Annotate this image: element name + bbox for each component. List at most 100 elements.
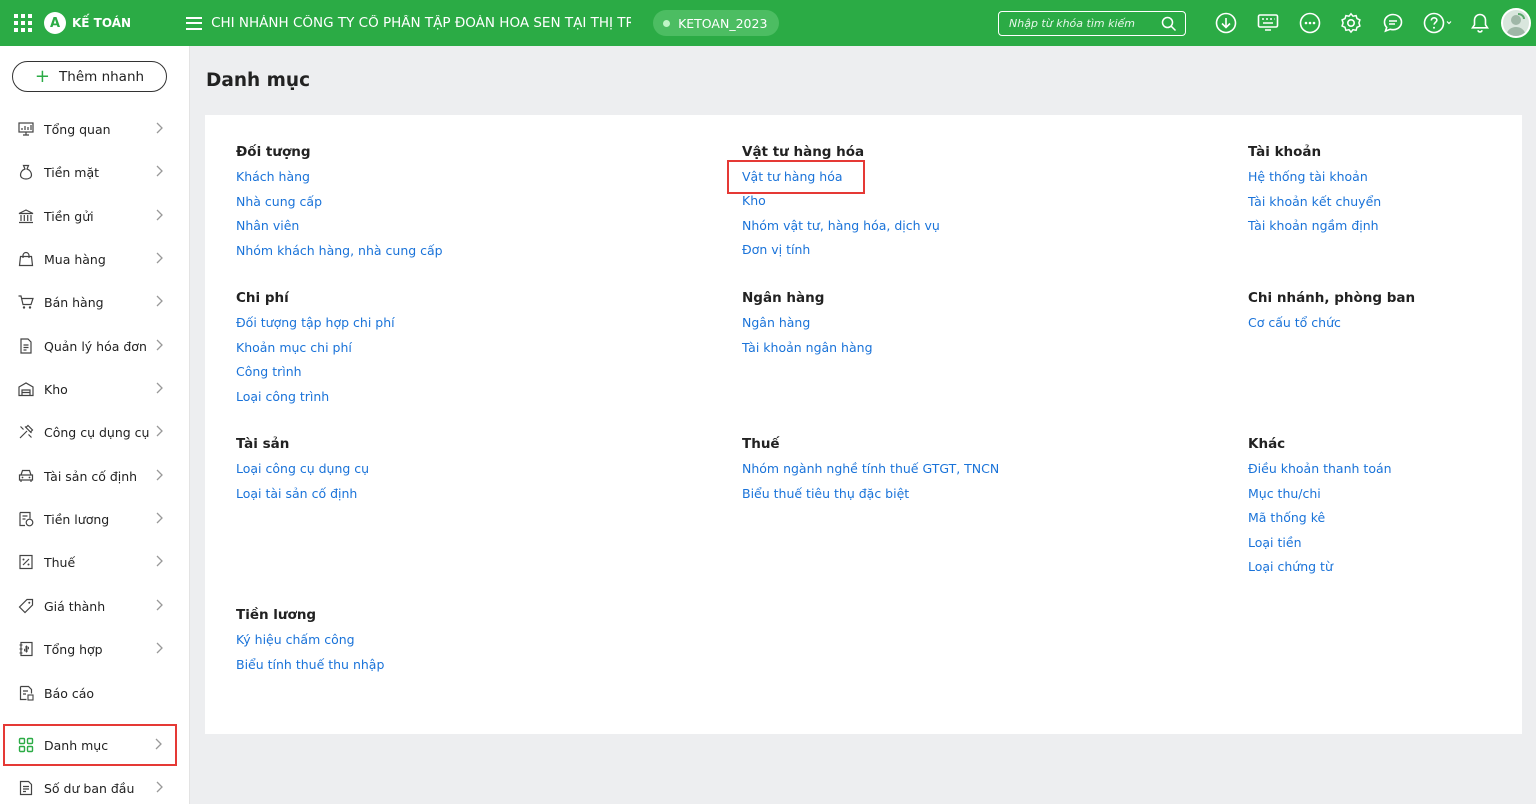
app-grid-icon[interactable] <box>14 14 32 32</box>
group-title: Tài khoản <box>1248 144 1322 160</box>
sidebar-item-mua-hang[interactable]: Mua hàng <box>0 241 190 277</box>
sidebar-item-label: Bán hàng <box>44 294 104 310</box>
logo-text: KẾ TOÁN <box>72 16 132 30</box>
sidebar-item-quan-ly-hoa-don[interactable]: Quản lý hóa đơn <box>0 328 190 364</box>
status-dot-icon <box>663 19 671 27</box>
more-icon[interactable] <box>1299 12 1321 34</box>
sidebar-item-tien-mat[interactable]: Tiền mặt <box>0 154 190 190</box>
link-ngan-hang[interactable]: Ngân hàng <box>742 311 873 336</box>
sidebar-item-kho[interactable]: Kho <box>0 371 190 407</box>
link-nha-cung-cap[interactable]: Nhà cung cấp <box>236 190 443 215</box>
warehouse-icon <box>17 380 35 398</box>
search-input[interactable] <box>1009 17 1161 30</box>
sidebar-item-tong-quan[interactable]: Tổng quan <box>0 111 190 147</box>
group-title: Chi nhánh, phòng ban <box>1248 290 1416 306</box>
link-nhom-khach-hang[interactable]: Nhóm khách hàng, nhà cung cấp <box>236 239 443 264</box>
group-thue: Thuế Nhóm ngành nghề tính thuế GTGT, TNC… <box>742 432 999 506</box>
link-cong-trinh[interactable]: Công trình <box>236 360 395 385</box>
link-doi-tuong-tap-hop-chi-phi[interactable]: Đối tượng tập hợp chi phí <box>236 311 395 336</box>
sidebar-item-label: Tài sản cố định <box>44 468 138 484</box>
link-tai-khoan-ngam-dinh[interactable]: Tài khoản ngầm định <box>1248 214 1381 239</box>
sidebar-item-bao-cao[interactable]: Báo cáo <box>0 675 190 711</box>
link-ky-hieu-cham-cong[interactable]: Ký hiệu chấm công <box>236 628 384 653</box>
chevron-right-icon <box>155 555 163 570</box>
link-nhan-vien[interactable]: Nhân viên <box>236 214 443 239</box>
tools-icon <box>17 423 35 441</box>
link-nhom-nganh-nghe-thue[interactable]: Nhóm ngành nghề tính thuế GTGT, TNCN <box>742 457 999 482</box>
link-loai-cong-cu-dung-cu[interactable]: Loại công cụ dụng cụ <box>236 457 369 482</box>
link-he-thong-tai-khoan[interactable]: Hệ thống tài khoản <box>1248 165 1381 190</box>
link-loai-tai-san-co-dinh[interactable]: Loại tài sản cố định <box>236 482 369 507</box>
app-logo[interactable]: A KẾ TOÁN <box>44 12 131 34</box>
company-name[interactable]: CHI NHÁNH CÔNG TY CỔ PHẦN TẬP ĐOÀN HOA S… <box>211 15 631 31</box>
link-bieu-thue-tieu-thu-dac-biet[interactable]: Biểu thuế tiêu thụ đặc biệt <box>742 482 999 507</box>
sidebar-item-label: Tổng quan <box>44 121 111 137</box>
chevron-right-icon <box>155 382 163 397</box>
sidebar-item-label: Tổng hợp <box>44 641 103 657</box>
sidebar-item-ban-hang[interactable]: Bán hàng <box>0 284 190 320</box>
sidebar-item-label: Tiền lương <box>44 511 110 527</box>
link-nhom-vat-tu[interactable]: Nhóm vật tư, hàng hóa, dịch vụ <box>742 214 940 239</box>
shopping-bag-icon <box>17 250 35 268</box>
search-icon[interactable] <box>1161 16 1177 32</box>
group-tai-san: Tài sản Loại công cụ dụng cụ Loại tài sả… <box>236 432 369 506</box>
chevron-right-icon <box>155 122 163 137</box>
link-kho[interactable]: Kho <box>742 189 940 214</box>
chevron-right-icon <box>155 339 163 354</box>
sidebar-item-gia-thanh[interactable]: Giá thành <box>0 588 190 624</box>
group-doi-tuong: Đối tượng Khách hàng Nhà cung cấp Nhân v… <box>236 140 443 263</box>
sidebar-item-label: Tiền mặt <box>44 164 100 180</box>
sidebar-item-tien-gui[interactable]: Tiền gửi <box>0 198 190 234</box>
chevron-right-icon <box>155 642 163 657</box>
sidebar-item-tien-luong[interactable]: Tiền lương <box>0 501 190 537</box>
sidebar-item-label: Tiền gửi <box>44 208 94 224</box>
sidebar-item-tai-san-co-dinh[interactable]: Tài sản cố định <box>0 458 190 494</box>
grid-icon <box>17 736 35 754</box>
link-bieu-tinh-thue-thu-nhap[interactable]: Biểu tính thuế thu nhập <box>236 653 384 678</box>
link-vat-tu-hang-hoa[interactable]: Vật tư hàng hóa <box>727 160 865 194</box>
invoice-icon <box>17 337 35 355</box>
link-tai-khoan-ngan-hang[interactable]: Tài khoản ngân hàng <box>742 336 873 361</box>
link-loai-tien[interactable]: Loại tiền <box>1248 531 1392 556</box>
link-co-cau-to-chuc[interactable]: Cơ cấu tổ chức <box>1248 311 1415 336</box>
right-gutter <box>1522 46 1536 804</box>
sidebar-item-so-du-ban-dau[interactable]: Số dư ban đầu <box>0 770 190 804</box>
sidebar-item-label: Mua hàng <box>44 251 106 267</box>
search-box[interactable] <box>998 11 1186 36</box>
link-khach-hang[interactable]: Khách hàng <box>236 165 443 190</box>
sidebar-item-label: Danh mục <box>44 737 109 753</box>
cart-icon <box>17 293 35 311</box>
chevron-right-icon <box>155 512 163 527</box>
group-title: Chi phí <box>236 290 289 306</box>
bell-icon[interactable] <box>1469 12 1491 34</box>
sidebar: + Thêm nhanh Tổng quan Tiền mặt Tiền gửi… <box>0 46 190 804</box>
quick-add-button[interactable]: + Thêm nhanh <box>12 61 167 92</box>
link-muc-thu-chi[interactable]: Mục thu/chi <box>1248 482 1392 507</box>
group-ngan-hang: Ngân hàng Ngân hàng Tài khoản ngân hàng <box>742 286 873 360</box>
sidebar-item-tong-hop[interactable]: Tổng hợp <box>0 631 190 667</box>
plus-icon: + <box>34 65 51 87</box>
chevron-right-icon <box>155 599 163 614</box>
group-khac: Khác Điều khoản thanh toán Mục thu/chi M… <box>1248 432 1392 580</box>
link-loai-chung-tu[interactable]: Loại chứng từ <box>1248 555 1392 580</box>
download-icon[interactable] <box>1215 12 1237 34</box>
database-selector[interactable]: KETOAN_2023 <box>653 10 780 36</box>
sidebar-item-danh-muc[interactable]: Danh mục <box>3 724 177 766</box>
chat-icon[interactable] <box>1382 12 1404 34</box>
sidebar-item-cong-cu-dung-cu[interactable]: Công cụ dụng cụ <box>0 414 190 450</box>
chevron-right-icon <box>155 165 163 180</box>
sidebar-item-thue[interactable]: Thuế <box>0 544 190 580</box>
keyboard-icon[interactable] <box>1257 12 1279 34</box>
page-title: Danh mục <box>206 70 311 91</box>
menu-icon[interactable] <box>186 16 203 30</box>
link-loai-cong-trinh[interactable]: Loại công trình <box>236 385 395 410</box>
settings-gear-icon[interactable] <box>1340 12 1362 34</box>
link-don-vi-tinh[interactable]: Đơn vị tính <box>742 238 940 263</box>
link-dieu-khoan-thanh-toan[interactable]: Điều khoản thanh toán <box>1248 457 1392 482</box>
link-khoan-muc-chi-phi[interactable]: Khoản mục chi phí <box>236 336 395 361</box>
link-ma-thong-ke[interactable]: Mã thống kê <box>1248 506 1392 531</box>
help-icon[interactable] <box>1423 12 1453 34</box>
link-tai-khoan-ket-chuyen[interactable]: Tài khoản kết chuyển <box>1248 190 1381 215</box>
database-name: KETOAN_2023 <box>678 15 768 31</box>
user-avatar[interactable] <box>1501 8 1531 38</box>
